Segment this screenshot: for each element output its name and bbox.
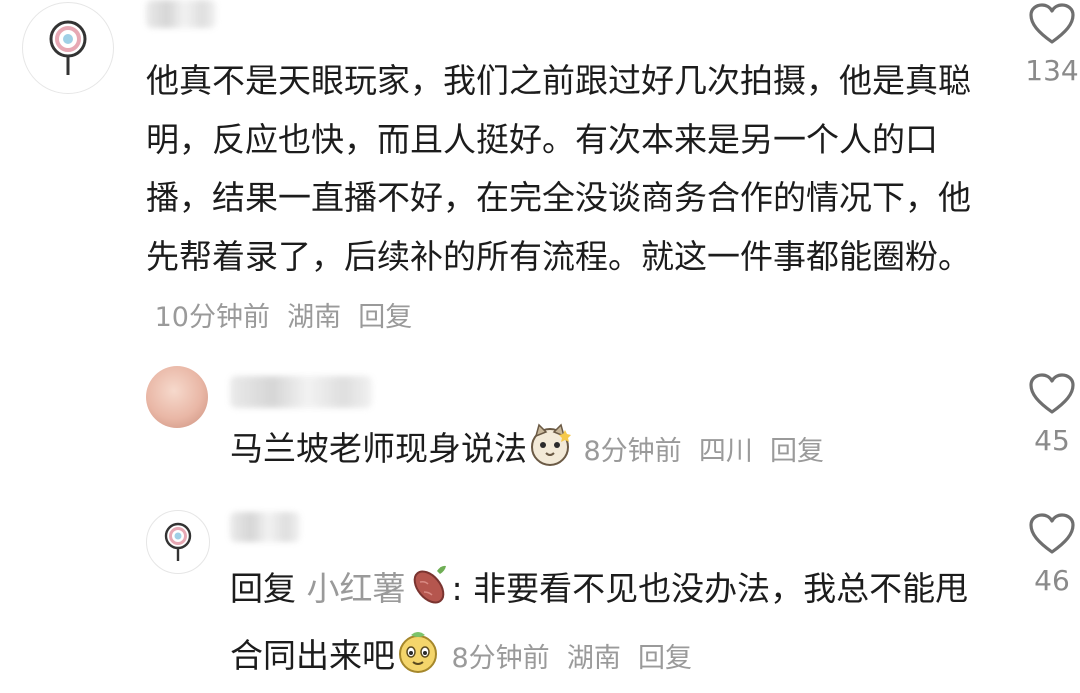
username-blurred[interactable]: [230, 512, 300, 542]
like-button[interactable]: 45: [1012, 372, 1080, 457]
username-blurred[interactable]: [230, 376, 372, 408]
reply-button[interactable]: 回复: [770, 436, 824, 467]
like-button[interactable]: 46: [1012, 512, 1080, 597]
like-count: 45: [1012, 424, 1080, 457]
comment-location: 湖南: [567, 643, 621, 674]
comment-time: 8分钟前: [584, 436, 682, 467]
comment-body: 他真不是天眼玩家，我们之前跟过好几次拍摄，他是真聪明，反应也快，而且人挺好。有次…: [146, 52, 976, 348]
mention-colon: :: [452, 569, 463, 608]
like-button[interactable]: 134: [1012, 2, 1080, 87]
comment-text: 马兰坡老师现身说法: [230, 429, 527, 468]
like-count: 46: [1012, 564, 1080, 597]
username-blurred[interactable]: [146, 0, 216, 28]
comment-location: 四川: [699, 436, 753, 467]
comment-meta: 8分钟前 湖南 回复: [452, 643, 693, 674]
commenter-avatar[interactable]: [22, 2, 114, 94]
doge-emoji: [395, 629, 441, 693]
comment-body: 马兰坡老师现身说法 8分钟前 四川 回复: [230, 420, 990, 487]
mention-link[interactable]: 小红薯: [307, 569, 406, 608]
comment-meta: 10分钟前 湖南 回复: [146, 302, 412, 333]
reply-button[interactable]: 回复: [638, 643, 692, 674]
comment-meta: 8分钟前 四川 回复: [584, 436, 825, 467]
comment-time: 8分钟前: [452, 643, 550, 674]
comment-time: 10分钟前: [155, 302, 270, 333]
like-count: 134: [1012, 54, 1080, 87]
reply-button[interactable]: 回复: [358, 302, 412, 333]
heart-icon: [1028, 372, 1076, 416]
commenter-avatar[interactable]: [146, 510, 210, 574]
sweet-potato-icon: [406, 562, 452, 627]
comment-location: 湖南: [287, 302, 341, 333]
heart-icon: [1028, 512, 1076, 556]
comment-text: 他真不是天眼玩家，我们之前跟过好几次拍摄，他是真聪明，反应也快，而且人挺好。有次…: [146, 61, 971, 276]
cat-face-emoji: [527, 422, 573, 487]
comment-body: 回复 小红薯 : 非要看不见也没办法，我总不能甩合同出来吧 8分钟前 湖南 回复: [230, 560, 990, 693]
lollipop-avatar-icon: [23, 3, 113, 93]
reply-prefix: 回复: [230, 569, 296, 608]
lollipop-avatar-icon: [147, 511, 209, 573]
commenter-avatar[interactable]: [146, 366, 208, 428]
heart-icon: [1028, 2, 1076, 46]
